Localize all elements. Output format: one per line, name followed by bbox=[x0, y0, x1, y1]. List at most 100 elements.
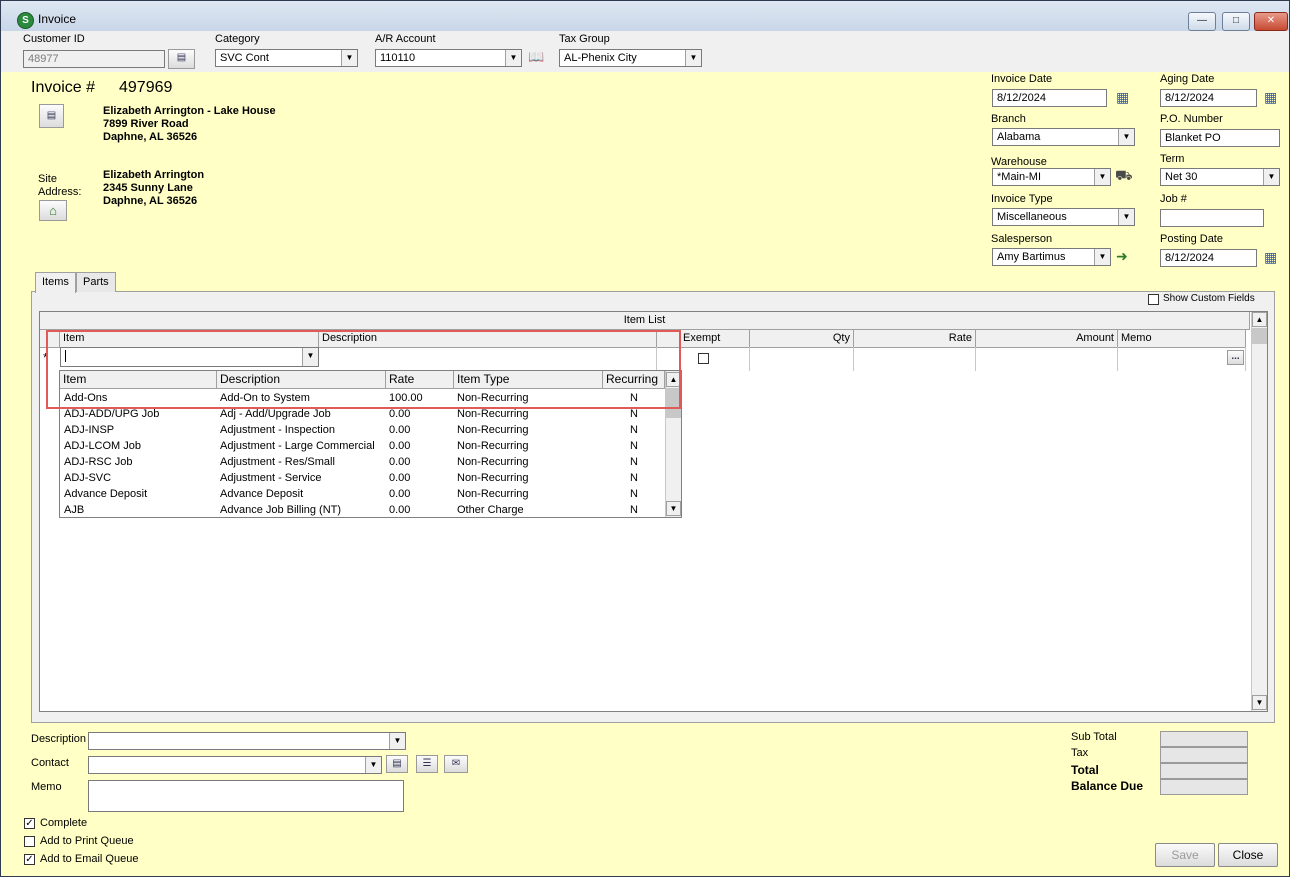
contact-select[interactable]: ▼ bbox=[88, 756, 382, 774]
close-button[interactable]: Close bbox=[1218, 843, 1278, 867]
save-button[interactable]: Save bbox=[1155, 843, 1215, 867]
customer-card-icon[interactable]: ▤ bbox=[39, 104, 64, 128]
print-queue-checkbox[interactable] bbox=[24, 836, 35, 847]
tab-parts[interactable]: Parts bbox=[76, 272, 116, 292]
rate-cell[interactable] bbox=[854, 347, 976, 371]
salesperson-arrow-icon[interactable]: ➜ bbox=[1116, 248, 1128, 265]
dropdown-row[interactable]: ADJ-RSC Job Adjustment - Res/Small 0.00 Non… bbox=[60, 454, 665, 470]
description-select[interactable]: ▼ bbox=[88, 732, 406, 750]
dropdown-cell: Advance Job Billing (NT) bbox=[220, 504, 342, 516]
scroll-thumb[interactable] bbox=[1252, 328, 1267, 344]
grid-caption: Item List bbox=[40, 312, 1250, 330]
dropdown-cell: N bbox=[630, 488, 638, 500]
posting-date-label: Posting Date bbox=[1160, 233, 1223, 245]
notepad-icon[interactable]: ☰ bbox=[416, 755, 438, 773]
maximize-button[interactable]: □ bbox=[1222, 12, 1250, 31]
warehouse-select[interactable]: *Main-MI ▼ bbox=[992, 168, 1111, 186]
dropdown-cell: Non-Recurring bbox=[457, 424, 529, 436]
show-custom-fields-label: Show Custom Fields bbox=[1163, 293, 1255, 304]
ar-account-select[interactable]: 110110 ▼ bbox=[375, 49, 522, 67]
dropdown-row[interactable]: AJB Advance Job Billing (NT) 0.00 Other Cha… bbox=[60, 502, 665, 518]
amount-cell[interactable] bbox=[976, 347, 1118, 371]
home-icon[interactable]: ⌂ bbox=[39, 200, 67, 221]
term-select[interactable]: Net 30 ▼ bbox=[1160, 168, 1280, 186]
app-logo-icon: S bbox=[17, 12, 34, 29]
qty-cell[interactable] bbox=[750, 347, 854, 371]
job-field[interactable] bbox=[1160, 209, 1264, 227]
dropdown-cell: Non-Recurring bbox=[457, 456, 529, 468]
tax-group-select[interactable]: AL-Phenix City ▼ bbox=[559, 49, 702, 67]
window-title: Invoice bbox=[38, 12, 77, 26]
check-mark: ✓ bbox=[25, 818, 34, 829]
email-queue-checkbox[interactable]: ✓ bbox=[24, 854, 35, 865]
memo-field[interactable] bbox=[88, 780, 404, 812]
dropdown-cell: ADJ-INSP bbox=[64, 424, 115, 436]
memo-ellipsis-button[interactable]: ... bbox=[1227, 350, 1244, 365]
calendar-icon[interactable]: ▦ bbox=[1116, 89, 1129, 106]
print-queue-label: Add to Print Queue bbox=[40, 835, 134, 847]
total-label: Total bbox=[1071, 763, 1099, 777]
customer-lookup-icon[interactable]: ▤ bbox=[168, 49, 195, 69]
site-street: 2345 Sunny Lane bbox=[103, 182, 193, 194]
branch-select[interactable]: Alabama ▼ bbox=[992, 128, 1135, 146]
col-qty[interactable]: Qty bbox=[750, 330, 854, 348]
ar-account-value: 110110 bbox=[380, 52, 416, 64]
col-amount[interactable]: Amount bbox=[976, 330, 1118, 348]
grid-scrollbar[interactable] bbox=[1251, 312, 1267, 711]
col-exempt[interactable]: Exempt bbox=[680, 330, 750, 348]
dropdown-row[interactable]: ADJ-INSP Adjustment - Inspection 0.00 Non-R… bbox=[60, 422, 665, 438]
calendar-icon[interactable]: ▦ bbox=[1264, 249, 1277, 266]
customer-id-field[interactable]: 48977 bbox=[23, 50, 165, 68]
title-bar bbox=[1, 1, 1289, 31]
scroll-up-arrow-icon[interactable]: ▲ bbox=[1252, 312, 1267, 327]
show-custom-fields-checkbox[interactable] bbox=[1148, 294, 1159, 305]
check-mark: ✓ bbox=[25, 854, 34, 865]
po-number-label: P.O. Number bbox=[1160, 113, 1223, 125]
close-window-button[interactable]: ✕ bbox=[1254, 12, 1288, 31]
exempt-checkbox[interactable] bbox=[698, 353, 709, 364]
salesperson-value: Amy Bartimus bbox=[997, 251, 1066, 263]
tab-items[interactable]: Items bbox=[35, 272, 76, 293]
po-number-field[interactable]: Blanket PO bbox=[1160, 129, 1280, 147]
tax-group-value: AL-Phenix City bbox=[564, 52, 637, 64]
posting-date-field[interactable]: 8/12/2024 bbox=[1160, 249, 1257, 267]
contact-label: Contact bbox=[31, 757, 69, 769]
calendar-icon[interactable]: ▦ bbox=[1264, 89, 1277, 106]
col-memo[interactable]: Memo bbox=[1118, 330, 1246, 348]
dropdown-cell: AJB bbox=[64, 504, 85, 516]
scroll-down-arrow-icon[interactable]: ▼ bbox=[1252, 695, 1267, 710]
salesperson-select[interactable]: Amy Bartimus ▼ bbox=[992, 248, 1111, 266]
contact-card-icon[interactable]: ▤ bbox=[386, 755, 408, 773]
col-rate[interactable]: Rate bbox=[854, 330, 976, 348]
dropdown-row[interactable]: ADJ-LCOM Job Adjustment - Large Commercia… bbox=[60, 438, 665, 454]
dropdown-cell: Non-Recurring bbox=[457, 440, 529, 452]
aging-date-field[interactable]: 8/12/2024 bbox=[1160, 89, 1257, 107]
dropdown-cell: 0.00 bbox=[389, 488, 411, 500]
sub-total-value bbox=[1160, 731, 1248, 747]
minimize-button[interactable]: — bbox=[1188, 12, 1216, 31]
dropdown-row[interactable]: Advance Deposit Advance Deposit 0.00 Non-Re… bbox=[60, 486, 665, 502]
invoice-type-select[interactable]: Miscellaneous ▼ bbox=[992, 208, 1135, 226]
truck-icon[interactable]: ⛟ bbox=[1115, 167, 1133, 186]
invoice-number-label: Invoice # bbox=[31, 79, 96, 96]
chevron-down-icon: ▼ bbox=[1094, 249, 1110, 265]
complete-checkbox[interactable]: ✓ bbox=[24, 818, 35, 829]
total-value bbox=[1160, 763, 1248, 779]
invoice-date-field[interactable]: 8/12/2024 bbox=[992, 89, 1107, 107]
chevron-down-icon: ▼ bbox=[1094, 169, 1110, 185]
tax-value bbox=[1160, 747, 1248, 763]
dropdown-row[interactable]: ADJ-SVC Adjustment - Service 0.00 Non-Recur… bbox=[60, 470, 665, 486]
dropdown-cell: N bbox=[630, 504, 638, 516]
dropdown-cell: ADJ-LCOM Job bbox=[64, 440, 142, 452]
email-icon[interactable]: ✉ bbox=[444, 755, 468, 773]
invoice-date-label: Invoice Date bbox=[991, 73, 1053, 85]
chevron-down-icon: ▼ bbox=[1118, 209, 1134, 225]
chevron-down-icon: ▼ bbox=[389, 733, 405, 749]
chevron-down-icon: ▼ bbox=[685, 50, 701, 66]
balance-due-label: Balance Due bbox=[1071, 779, 1144, 793]
tax-label: Tax bbox=[1071, 747, 1089, 759]
dropdown-cell: Adjustment - Service bbox=[220, 472, 322, 484]
category-select[interactable]: SVC Cont ▼ bbox=[215, 49, 358, 67]
book-icon[interactable]: 📖 bbox=[528, 49, 544, 66]
dd-scroll-down-arrow-icon[interactable]: ▼ bbox=[666, 501, 681, 516]
